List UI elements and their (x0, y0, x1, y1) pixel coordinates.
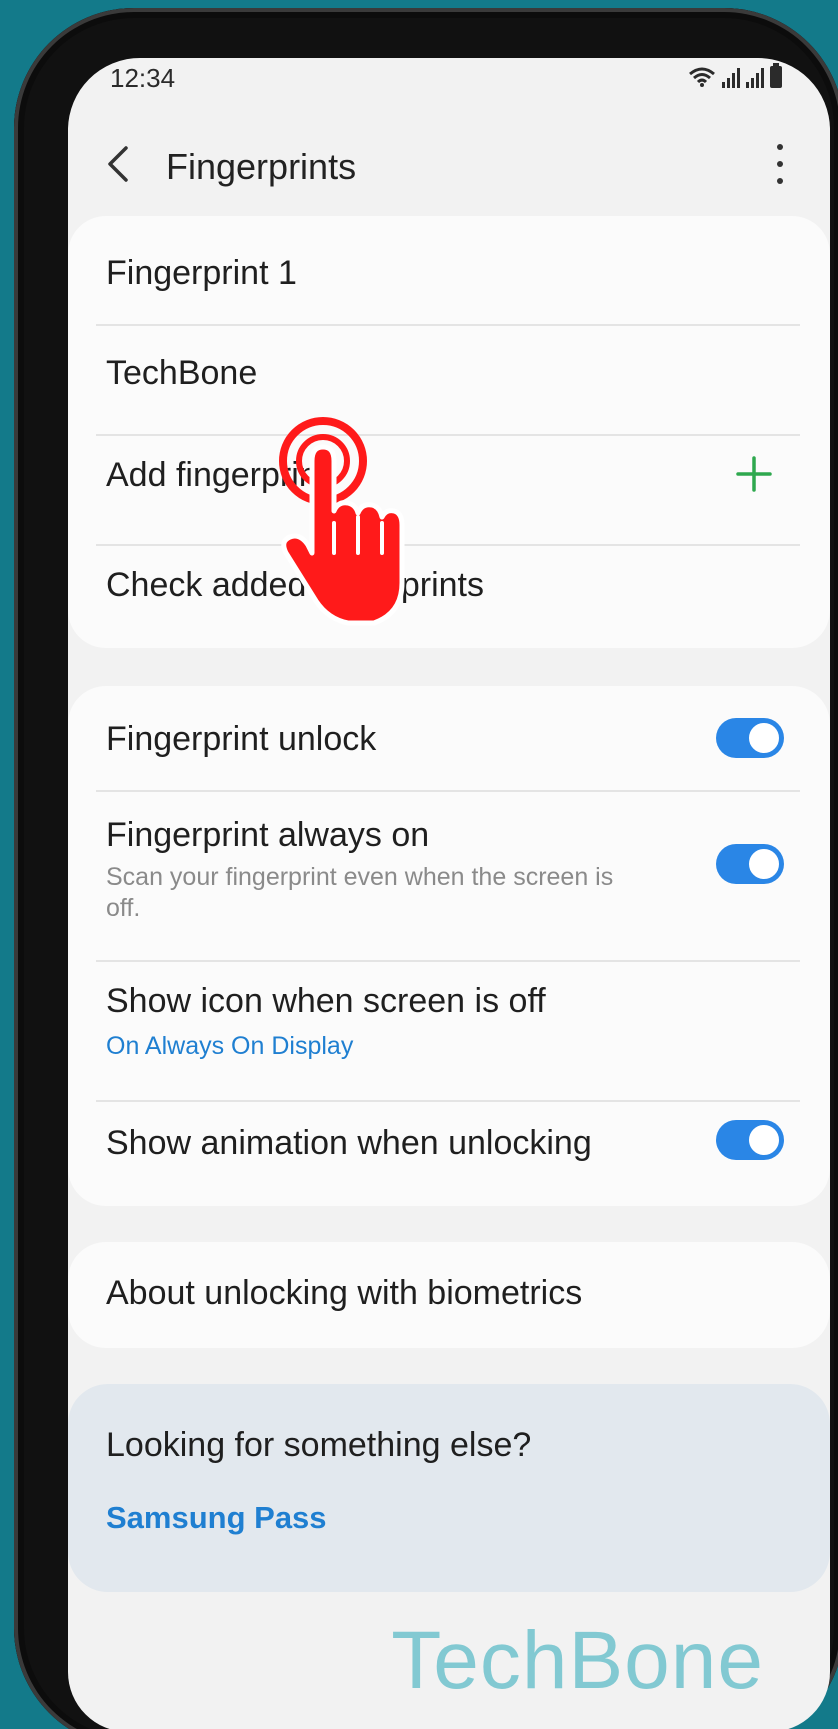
divider (96, 544, 800, 546)
tap-hand-icon (279, 417, 405, 626)
page-title: Fingerprints (166, 146, 357, 187)
back-button[interactable] (98, 140, 142, 188)
about-biometrics-label: About unlocking with biometrics (106, 1274, 583, 1312)
add-fingerprint-button[interactable]: Add fingerprint (106, 448, 792, 518)
phone-frame: 12:34 Fingerprints Fingerprint 1 TechBon… (14, 8, 838, 1729)
more-options-icon (777, 144, 783, 184)
show-animation-toggle[interactable] (716, 1120, 784, 1160)
show-icon-value: On Always On Display (106, 1032, 354, 1060)
check-fingerprints-button[interactable]: Check added fingerprints (106, 560, 792, 630)
wifi-icon (689, 67, 715, 87)
divider (96, 324, 800, 326)
show-icon-row[interactable]: Show icon when screen is off On Always O… (106, 974, 792, 1074)
battery-icon (770, 63, 782, 88)
signal-icon-2 (746, 66, 764, 88)
signal-icon (722, 66, 740, 88)
samsung-pass-link[interactable]: Samsung Pass (106, 1500, 327, 1536)
status-icons (688, 63, 782, 88)
divider (96, 790, 800, 792)
app-bar: Fingerprints (68, 128, 830, 208)
about-card: About unlocking with biometrics (68, 1242, 830, 1348)
show-icon-label: Show icon when screen is off (106, 982, 546, 1020)
fingerprint-item-label: TechBone (106, 354, 258, 392)
fingerprint-unlock-row[interactable]: Fingerprint unlock (106, 710, 792, 780)
show-animation-label: Show animation when unlocking (106, 1124, 592, 1162)
fingerprint-item-2[interactable]: TechBone (106, 346, 792, 416)
settings-card: Fingerprint unlock Fingerprint always on… (68, 686, 830, 1206)
plus-icon (736, 456, 772, 492)
toggle-knob (747, 847, 781, 881)
fingerprint-item-1[interactable]: Fingerprint 1 (106, 246, 792, 316)
watermark-text: TechBone (391, 1615, 764, 1706)
about-biometrics-button[interactable]: About unlocking with biometrics (106, 1264, 792, 1328)
fingerprint-always-on-description: Scan your fingerprint even when the scre… (106, 863, 614, 922)
toggle-knob (747, 721, 781, 755)
divider (96, 1100, 800, 1102)
fingerprint-always-on-toggle[interactable] (716, 844, 784, 884)
status-time: 12:34 (110, 63, 176, 93)
more-options-button[interactable] (770, 144, 790, 184)
fingerprint-item-label: Fingerprint 1 (106, 254, 297, 292)
fingerprint-always-on-row[interactable]: Fingerprint always on Scan your fingerpr… (106, 806, 792, 934)
divider (96, 434, 800, 436)
phone-screen: 12:34 Fingerprints Fingerprint 1 TechBon… (68, 58, 830, 1729)
status-bar: 12:34 (68, 58, 830, 98)
back-arrow-icon (108, 146, 128, 182)
fingerprints-card: Fingerprint 1 TechBone Add fingerprint C… (68, 216, 830, 648)
fingerprint-always-on-label: Fingerprint always on (106, 816, 430, 854)
divider (96, 960, 800, 962)
fingerprint-unlock-label: Fingerprint unlock (106, 720, 377, 758)
toggle-knob (747, 1123, 781, 1157)
show-animation-row[interactable]: Show animation when unlocking (106, 1114, 792, 1184)
suggestions-card: Looking for something else? Samsung Pass (68, 1384, 830, 1592)
suggestions-question: Looking for something else? (106, 1426, 532, 1464)
fingerprint-unlock-toggle[interactable] (716, 718, 784, 758)
